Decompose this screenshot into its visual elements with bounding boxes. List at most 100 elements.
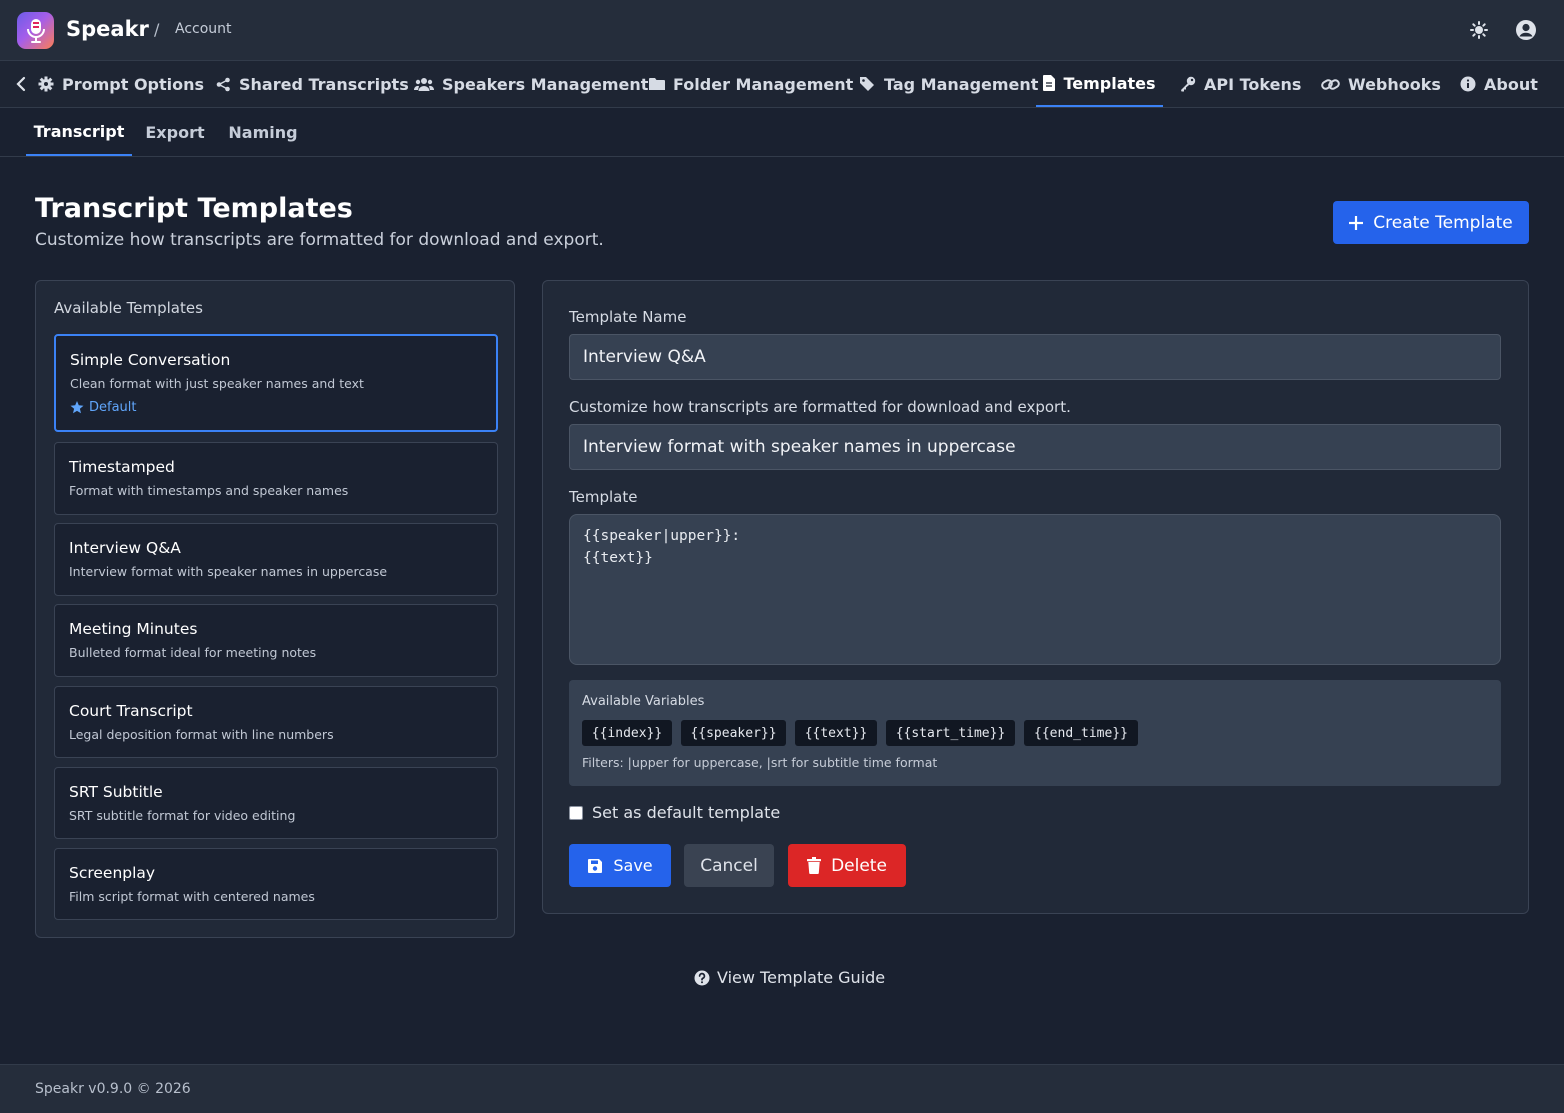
cancel-button[interactable]: Cancel xyxy=(684,844,774,887)
template-description: Interview format with speaker names in u… xyxy=(69,564,388,579)
nav-item-about[interactable]: About xyxy=(1460,61,1538,107)
breadcrumb-separator: / xyxy=(154,20,160,39)
filters-hint: Filters: |upper for uppercase, |srt for … xyxy=(582,755,938,770)
variable-chip[interactable]: {{index}} xyxy=(582,720,672,746)
default-badge: Default xyxy=(70,400,137,415)
description-label: Customize how transcripts are formatted … xyxy=(569,398,1071,416)
template-editor-panel: Template Name Customize how transcripts … xyxy=(542,280,1529,914)
settings-nav: Prompt Options Shared Transcripts Speake… xyxy=(0,61,1564,108)
gear-icon xyxy=(38,76,54,92)
template-name: Meeting Minutes xyxy=(69,620,198,638)
tab-transcript[interactable]: Transcript xyxy=(26,109,132,156)
template-body-label: Template xyxy=(569,488,638,506)
page-subtitle: Customize how transcripts are formatted … xyxy=(35,230,604,250)
template-description-input[interactable] xyxy=(569,424,1501,470)
page-title: Transcript Templates xyxy=(35,193,353,224)
template-card-timestamped[interactable]: Timestamped Format with timestamps and s… xyxy=(54,442,498,515)
plus-icon xyxy=(1349,215,1364,230)
footer: Speakr v0.9.0 © 2026 xyxy=(0,1064,1564,1113)
template-description: Format with timestamps and speaker names xyxy=(69,483,349,498)
chevron-left-icon[interactable] xyxy=(12,74,30,94)
template-card-screenplay[interactable]: Screenplay Film script format with cente… xyxy=(54,848,498,920)
nav-item-prompt-options[interactable]: Prompt Options xyxy=(38,61,204,107)
share-icon xyxy=(216,77,230,91)
template-card-court-transcript[interactable]: Court Transcript Legal deposition format… xyxy=(54,686,498,758)
top-bar: Speakr / Account xyxy=(0,0,1564,61)
panel-heading: Available Templates xyxy=(54,299,203,317)
template-name: Timestamped xyxy=(69,458,175,476)
nav-label: API Tokens xyxy=(1204,74,1302,94)
default-checkbox-label: Set as default template xyxy=(592,803,781,822)
nav-label: Templates xyxy=(1063,73,1156,93)
breadcrumb: Account xyxy=(175,21,232,37)
microphone-logo-icon[interactable] xyxy=(17,12,54,49)
default-template-option[interactable]: Set as default template xyxy=(569,803,780,822)
version-text: Speakr v0.9.0 © 2026 xyxy=(35,1081,191,1097)
nav-item-tag-management[interactable]: Tag Management xyxy=(859,61,1038,107)
template-description: Bulleted format ideal for meeting notes xyxy=(69,645,317,660)
nav-item-speakers-management[interactable]: Speakers Management xyxy=(414,61,648,107)
nav-item-folder-management[interactable]: Folder Management xyxy=(649,61,853,107)
tags-icon xyxy=(860,77,874,91)
nav-label: Speakers Management xyxy=(442,74,649,94)
nav-item-templates[interactable]: Templates xyxy=(1036,61,1163,107)
template-name-input[interactable] xyxy=(569,334,1501,380)
tab-naming[interactable]: Naming xyxy=(220,109,306,156)
default-label: Default xyxy=(89,400,137,415)
template-description: Clean format with just speaker names and… xyxy=(70,376,364,391)
template-body-textarea[interactable]: {{speaker|upper}}: {{text}} xyxy=(569,514,1501,665)
template-card-interview-qa[interactable]: Interview Q&A Interview format with spea… xyxy=(54,523,498,596)
guide-label: View Template Guide xyxy=(717,968,886,987)
info-icon xyxy=(1460,76,1476,92)
nav-label: Shared Transcripts xyxy=(239,74,409,94)
star-icon xyxy=(70,401,84,414)
nav-label: Prompt Options xyxy=(62,74,205,94)
link-icon xyxy=(1321,78,1340,90)
template-name: Simple Conversation xyxy=(70,351,231,369)
tab-export[interactable]: Export xyxy=(137,109,213,156)
template-type-tabs: Transcript Export Naming xyxy=(0,109,1564,157)
question-circle-icon xyxy=(694,970,710,985)
template-name: Interview Q&A xyxy=(69,539,181,557)
template-name: Court Transcript xyxy=(69,702,193,720)
file-icon xyxy=(1043,75,1056,91)
template-description: Legal deposition format with line number… xyxy=(69,727,334,742)
template-card-srt-subtitle[interactable]: SRT Subtitle SRT subtitle format for vid… xyxy=(54,767,498,839)
available-templates-panel: Available Templates Simple Conversation … xyxy=(35,280,515,938)
nav-item-api-tokens[interactable]: API Tokens xyxy=(1180,61,1301,107)
delete-button[interactable]: Delete xyxy=(788,844,906,887)
brand-name[interactable]: Speakr xyxy=(66,17,149,41)
save-button[interactable]: Save xyxy=(569,844,671,887)
nav-item-shared-transcripts[interactable]: Shared Transcripts xyxy=(216,61,409,107)
template-card-meeting-minutes[interactable]: Meeting Minutes Bulleted format ideal fo… xyxy=(54,604,498,677)
variable-chip[interactable]: {{speaker}} xyxy=(681,720,786,746)
template-name-label: Template Name xyxy=(569,308,687,326)
variable-chip[interactable]: {{text}} xyxy=(795,720,877,746)
template-description: Film script format with centered names xyxy=(69,889,315,904)
sun-icon[interactable] xyxy=(1468,19,1490,41)
variable-chip[interactable]: {{start_time}} xyxy=(886,720,1015,746)
user-circle-icon[interactable] xyxy=(1515,19,1537,41)
template-card-simple-conversation[interactable]: Simple Conversation Clean format with ju… xyxy=(54,334,498,432)
create-template-button[interactable]: Create Template xyxy=(1333,201,1529,244)
create-template-label: Create Template xyxy=(1373,212,1513,233)
key-icon xyxy=(1181,76,1196,92)
available-variables-box: Available Variables {{index}} {{speaker}… xyxy=(569,680,1501,786)
template-description: SRT subtitle format for video editing xyxy=(69,808,296,823)
variables-title: Available Variables xyxy=(582,694,705,709)
trash-icon xyxy=(807,857,822,874)
folder-icon xyxy=(649,78,665,90)
template-name: Screenplay xyxy=(69,864,156,882)
nav-label: Folder Management xyxy=(673,74,854,94)
floppy-disk-icon xyxy=(588,858,603,873)
view-template-guide-link[interactable]: View Template Guide xyxy=(694,968,885,987)
nav-label: Tag Management xyxy=(884,74,1039,94)
nav-item-webhooks[interactable]: Webhooks xyxy=(1321,61,1441,107)
users-icon xyxy=(414,77,434,91)
variable-chip[interactable]: {{end_time}} xyxy=(1024,720,1138,746)
nav-label: Webhooks xyxy=(1348,74,1441,94)
delete-label: Delete xyxy=(831,855,887,876)
save-label: Save xyxy=(613,856,653,875)
nav-label: About xyxy=(1484,74,1538,94)
default-checkbox[interactable] xyxy=(569,805,583,820)
